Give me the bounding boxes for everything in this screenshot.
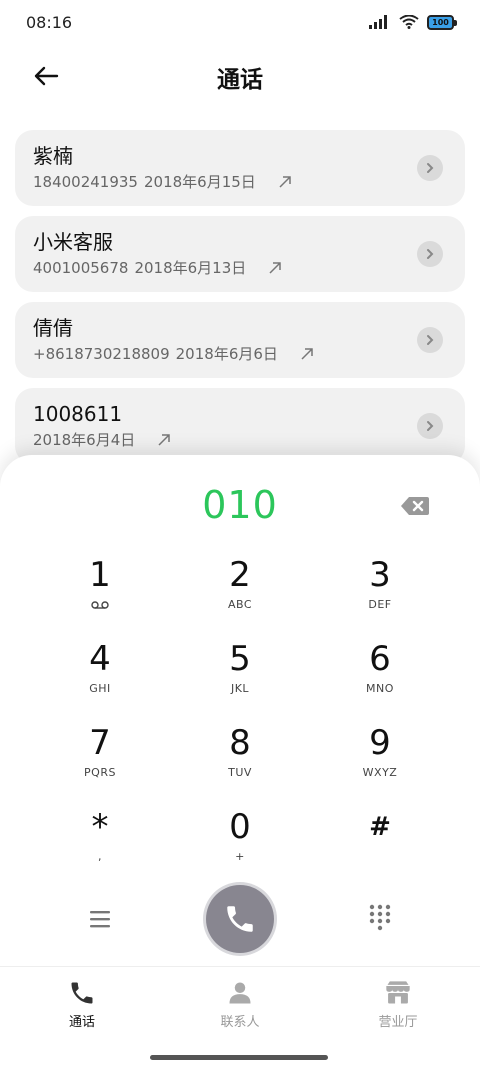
phone-icon [71,982,93,1004]
status-icons: 100 [369,14,457,30]
person-icon [229,982,251,1004]
battery-icon: 100 [427,14,457,30]
key-letters: JKL [230,682,250,695]
backspace-icon[interactable] [400,495,430,517]
key-7[interactable]: 7 PQRS [30,718,170,802]
nav-item-contacts[interactable]: 联系人 [190,979,290,1030]
details-button[interactable] [417,413,443,439]
call-meta: 2018年6月4日 [33,430,447,450]
call-log-item[interactable]: 紫楠 18400241935 2018年6月15日 [15,130,465,206]
key-digit: 3 [369,555,391,595]
phone-icon [227,906,253,932]
chevron-right-icon [427,335,434,345]
key-letters: , [98,850,102,863]
nav-label: 联系人 [220,1015,260,1030]
key-letters: DEF [368,598,392,611]
key-digit: 0 [229,807,251,847]
call-date: 2018年6月4日 [33,431,136,449]
key-1[interactable]: 1 [30,550,170,634]
key-9[interactable]: 9 WXYZ [310,718,450,802]
details-button[interactable] [417,155,443,181]
nav-label: 营业厅 [378,1015,418,1030]
outgoing-call-icon [279,176,291,188]
key-letters: TUV [228,766,252,779]
contact-name: 小米客服 [33,230,113,254]
voicemail-icon [91,601,109,609]
key-digit: 1 [89,555,111,595]
phone-number: 4001005678 [33,259,129,277]
key-digit: # [369,812,391,842]
key-5[interactable]: 5 JKL [170,634,310,718]
key-letters: PQRS [84,766,116,779]
call-log-item[interactable]: 倩倩 +8618730218809 2018年6月6日 [15,302,465,378]
call-list: 紫楠 18400241935 2018年6月15日 小米客服 400100567… [15,130,465,474]
outgoing-call-icon [158,434,171,446]
outgoing-call-icon [269,262,281,274]
key-8[interactable]: 8 TUV [170,718,310,802]
key-letters: GHI [89,682,111,695]
phone-number: +8618730218809 [33,345,170,363]
status-bar: 08:16 100 [0,0,480,44]
key-6[interactable]: 6 MNO [310,634,450,718]
contact-name: 1008611 [33,402,123,426]
call-log-item[interactable]: 小米客服 4001005678 2018年6月13日 [15,216,465,292]
dialpad-icon[interactable] [368,903,392,931]
call-date: 2018年6月13日 [134,259,247,277]
chevron-right-icon [427,163,434,173]
call-meta: +8618730218809 2018年6月6日 [33,344,447,364]
wifi-icon [399,15,419,29]
key-letters: ABC [227,598,253,611]
key-digit: 4 [89,639,111,679]
chevron-right-icon [427,249,434,259]
key-2[interactable]: 2 ABC [170,550,310,634]
key-digit: 6 [369,639,391,679]
key-star[interactable]: * , [30,802,170,886]
key-letters: + [235,850,245,863]
bottom-nav: 通话 联系人 营业厅 [0,966,480,1066]
battery-level: 100 [432,17,449,27]
dial-actions [0,885,480,955]
phone-number: 18400241935 [33,173,138,191]
call-date: 2018年6月15日 [143,173,256,191]
outgoing-call-icon [301,348,313,360]
call-meta: 18400241935 2018年6月15日 [33,172,447,192]
contact-name: 紫楠 [33,144,73,168]
details-button[interactable] [417,241,443,267]
nav-item-calls[interactable]: 通话 [32,979,132,1030]
key-digit: 5 [229,639,251,679]
key-digit: 8 [229,723,251,763]
signal-icon [369,15,387,29]
key-digit: * [91,807,109,847]
call-date: 2018年6月6日 [175,345,278,363]
store-icon [386,981,410,1004]
menu-icon[interactable] [86,907,114,931]
chevron-right-icon [427,421,434,431]
key-digit: 7 [89,723,111,763]
key-hash[interactable]: # [310,802,450,886]
call-button[interactable] [206,885,274,953]
contact-name: 倩倩 [33,316,73,340]
key-letters: WXYZ [362,766,398,779]
key-letters: MNO [366,682,394,695]
home-indicator[interactable] [150,1055,328,1060]
key-3[interactable]: 3 DEF [310,550,450,634]
details-button[interactable] [417,327,443,353]
keypad: 1 2 ABC 3 DEF 4 GHI 5 JKL 6 MNO 7 PQRS 8… [30,550,450,886]
page-title: 通话 [217,67,263,93]
status-time: 08:16 [26,12,73,32]
call-meta: 4001005678 2018年6月13日 [33,258,447,278]
key-4[interactable]: 4 GHI [30,634,170,718]
nav-label: 通话 [68,1015,95,1030]
header: 通话 [0,50,480,100]
key-digit: 2 [229,555,251,595]
key-0[interactable]: 0 + [170,802,310,886]
key-digit: 9 [369,723,391,763]
call-log-item[interactable]: 1008611 2018年6月4日 [15,388,465,464]
nav-item-store[interactable]: 营业厅 [348,979,448,1030]
